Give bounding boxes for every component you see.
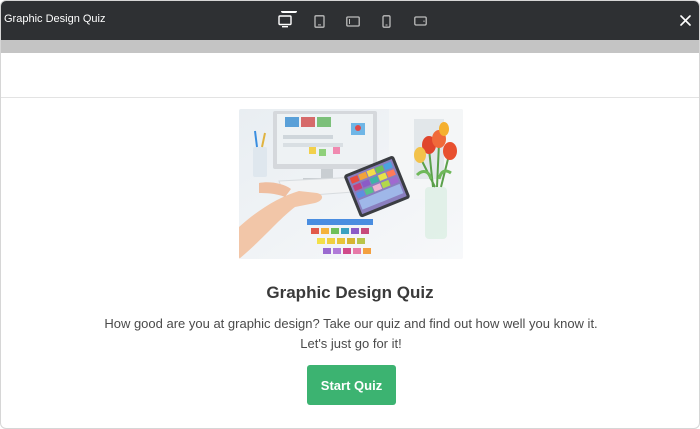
quiz-title: Graphic Design Quiz: [266, 283, 434, 302]
tablet-view-button[interactable]: [307, 11, 331, 31]
active-indicator: [281, 11, 297, 13]
quiz-description: How good are you at graphic design? Take…: [101, 314, 601, 354]
start-quiz-button[interactable]: Start Quiz: [307, 365, 396, 405]
close-button[interactable]: [677, 12, 693, 28]
desktop-icon: [278, 14, 292, 27]
progress-strip: [1, 40, 699, 53]
quiz-intro: Graphic Design Quiz How good are you at …: [1, 98, 699, 428]
mobile-landscape-view-button[interactable]: [408, 11, 432, 31]
quiz-description-line-1: How good are you at graphic design? Take…: [104, 316, 598, 331]
design-workspace-image: [239, 109, 463, 259]
mobile-landscape-icon: [413, 16, 427, 26]
quiz-header-area: [1, 53, 699, 98]
window-title: Graphic Design Quiz: [4, 13, 106, 25]
desktop-view-button[interactable]: [273, 11, 297, 31]
mobile-icon: [381, 14, 391, 28]
tablet-icon: [313, 14, 325, 28]
mobile-view-button[interactable]: [374, 11, 398, 31]
tablet-landscape-view-button[interactable]: [341, 11, 365, 31]
tablet-landscape-icon: [346, 15, 360, 27]
quiz-description-line-2: Let's just go for it!: [300, 336, 402, 351]
preview-toolbar: Graphic Design Quiz: [1, 1, 699, 40]
preview-window: Graphic Design Quiz Graphic Design Quiz …: [0, 0, 700, 429]
hero-illustration: [239, 109, 463, 259]
close-icon: [679, 14, 691, 26]
